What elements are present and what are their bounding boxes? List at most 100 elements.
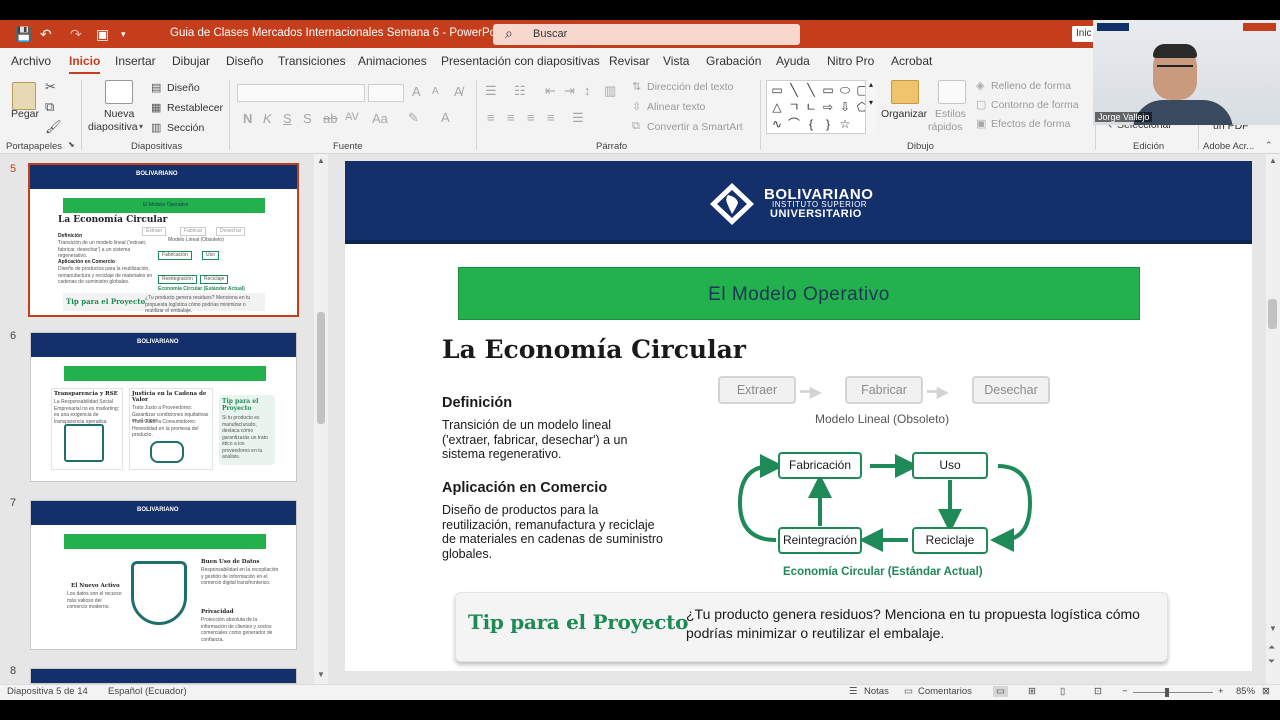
elbow-shape-icon-2[interactable]: ㄴ bbox=[804, 100, 818, 114]
notes-button[interactable]: Notas bbox=[864, 686, 889, 697]
zoom-in-icon[interactable]: + bbox=[1218, 686, 1224, 697]
columns-icon[interactable]: ▥ bbox=[604, 83, 616, 99]
tab-acrobat[interactable]: Acrobat bbox=[891, 54, 932, 68]
next-slide-icon[interactable]: ⏷ bbox=[1268, 656, 1275, 667]
reset-button[interactable]: Restablecer bbox=[167, 102, 223, 114]
zoom-out-icon[interactable]: − bbox=[1122, 686, 1128, 697]
autosave-icon[interactable]: 💾 bbox=[15, 26, 32, 43]
comments-button[interactable]: Comentarios bbox=[918, 686, 972, 697]
elbow-shape-icon[interactable]: ㄱ bbox=[787, 100, 801, 114]
smartart-button[interactable]: Convertir a SmartArt bbox=[647, 121, 743, 133]
fit-to-window-icon[interactable]: ⊠ bbox=[1262, 686, 1270, 697]
tab-animaciones[interactable]: Animaciones bbox=[358, 54, 427, 68]
section-button[interactable]: Sección bbox=[167, 122, 204, 134]
curve-shape-icon[interactable]: ∿ bbox=[770, 117, 784, 131]
tab-transiciones[interactable]: Transiciones bbox=[278, 54, 346, 68]
slide-sorter-icon[interactable]: ⊞ bbox=[1028, 686, 1036, 697]
quick-styles-icon[interactable] bbox=[938, 80, 966, 104]
tab-vista[interactable]: Vista bbox=[663, 54, 689, 68]
star-shape-icon[interactable]: ☆ bbox=[838, 117, 852, 131]
align-distributed-icon[interactable]: ☰ bbox=[572, 110, 584, 126]
slideshow-icon[interactable]: ⊡ bbox=[1094, 686, 1102, 697]
scroll-up-icon[interactable]: ▲ bbox=[317, 156, 325, 165]
tab-nitro-pro[interactable]: Nitro Pro bbox=[827, 54, 874, 68]
tab-diseno[interactable]: Diseño bbox=[226, 54, 263, 68]
slide-thumbnail-6[interactable]: BOLIVARIANO Transparencia y RSE La Respo… bbox=[30, 332, 297, 482]
customize-qat-icon[interactable]: ▾ bbox=[121, 29, 126, 40]
shadow-button[interactable]: S bbox=[303, 111, 312, 126]
font-family-select[interactable] bbox=[237, 84, 365, 102]
tab-ayuda[interactable]: Ayuda bbox=[776, 54, 810, 68]
arrow-down-shape-icon[interactable]: ⇩ bbox=[838, 100, 852, 114]
arrange-icon[interactable] bbox=[891, 80, 919, 104]
slide-scrollbar[interactable]: ▲ ▼ ⏶ ⏷ bbox=[1266, 154, 1280, 684]
chevron-down-icon[interactable]: ▾ bbox=[139, 122, 143, 131]
arrow-right-shape-icon[interactable]: ⇨ bbox=[821, 100, 835, 114]
reading-view-icon[interactable]: ▯ bbox=[1060, 686, 1065, 697]
clear-format-icon[interactable]: A̸ bbox=[454, 84, 463, 99]
scroll-down-icon[interactable]: ▼ bbox=[1269, 624, 1277, 633]
align-right-icon[interactable]: ≡ bbox=[527, 110, 535, 125]
undo-icon[interactable]: ↶ bbox=[40, 26, 52, 43]
shape-effects-button[interactable]: Efectos de forma bbox=[991, 118, 1070, 130]
slide-thumbnail-5[interactable]: BOLIVARIANO El Modelo Operativo La Econo… bbox=[28, 163, 299, 317]
quick-styles-label[interactable]: Estilos bbox=[935, 108, 966, 120]
zoom-slider-thumb[interactable] bbox=[1165, 688, 1169, 697]
collapse-ribbon-icon[interactable]: ⌃ bbox=[1265, 140, 1273, 151]
numbering-icon[interactable]: ☷ bbox=[514, 83, 526, 99]
change-case-button[interactable]: Aa bbox=[372, 111, 388, 126]
shapes-gallery[interactable]: ▭ ╲ ╲ ▭ ⬭ ▢ △ ㄱ ㄴ ⇨ ⇩ ⬠ ∿ ⌒ { } ☆ bbox=[766, 80, 876, 134]
tab-archivo[interactable]: Archivo bbox=[11, 54, 51, 68]
triangle-shape-icon[interactable]: △ bbox=[770, 100, 784, 114]
align-center-icon[interactable]: ≡ bbox=[507, 110, 515, 125]
zoom-slider[interactable] bbox=[1133, 688, 1213, 697]
present-icon[interactable]: ▣ bbox=[96, 26, 109, 43]
new-slide-label[interactable]: Nueva bbox=[104, 108, 134, 120]
font-color-icon[interactable]: A bbox=[441, 110, 450, 125]
font-size-select[interactable] bbox=[368, 84, 404, 102]
tab-presentacion[interactable]: Presentación con diapositivas bbox=[441, 54, 600, 68]
layout-button[interactable]: Diseño bbox=[167, 82, 200, 94]
decrease-font-icon[interactable]: A bbox=[432, 86, 439, 97]
quick-styles-label-2[interactable]: rápidos bbox=[928, 121, 962, 133]
gallery-scroll[interactable]: ▴ ▾ bbox=[865, 80, 876, 134]
align-left-icon[interactable]: ≡ bbox=[487, 110, 495, 125]
tab-insertar[interactable]: Insertar bbox=[115, 54, 156, 68]
rectangle-shape-icon[interactable]: ▭ bbox=[821, 83, 835, 97]
scrollbar-thumb[interactable] bbox=[317, 312, 325, 424]
new-slide-icon[interactable] bbox=[105, 80, 133, 104]
zoom-level[interactable]: 85% bbox=[1236, 686, 1255, 697]
launcher-icon[interactable]: ⬊ bbox=[68, 140, 75, 149]
char-spacing-button[interactable]: AV bbox=[345, 111, 359, 123]
paste-icon[interactable] bbox=[12, 82, 36, 110]
increase-font-icon[interactable]: A bbox=[412, 84, 421, 99]
current-slide[interactable]: BOLIVARIANO INSTITUTO SUPERIOR UNIVERSIT… bbox=[345, 161, 1252, 671]
decrease-indent-icon[interactable]: ⇤ bbox=[545, 83, 556, 99]
cut-icon[interactable]: ✂ bbox=[45, 79, 56, 95]
search-input[interactable]: ⌕ Buscar bbox=[493, 24, 800, 45]
slide-thumbnail-8[interactable] bbox=[30, 668, 297, 684]
redo-icon[interactable]: ↷ bbox=[70, 26, 82, 43]
brace-shape-icon[interactable]: { bbox=[804, 117, 818, 131]
highlight-icon[interactable]: ✎ bbox=[408, 110, 419, 126]
scroll-down-icon[interactable]: ▼ bbox=[317, 670, 325, 679]
copy-icon[interactable]: ⧉ bbox=[45, 99, 54, 115]
italic-button[interactable]: K bbox=[263, 111, 272, 126]
normal-view-icon[interactable]: ▭ bbox=[993, 686, 1008, 697]
textbox-shape-icon[interactable]: ▭ bbox=[770, 83, 784, 97]
new-slide-label-2[interactable]: diapositiva bbox=[88, 121, 138, 133]
text-direction-button[interactable]: Dirección del texto bbox=[647, 81, 733, 93]
bullets-icon[interactable]: ☰ bbox=[485, 83, 497, 99]
underline-button[interactable]: S bbox=[283, 111, 292, 126]
oval-shape-icon[interactable]: ⬭ bbox=[838, 83, 852, 97]
paste-button[interactable]: Pegar bbox=[11, 108, 39, 120]
arrange-button[interactable]: Organizar bbox=[881, 108, 927, 120]
strikethrough-icon[interactable]: ab bbox=[323, 111, 337, 126]
tab-dibujar[interactable]: Dibujar bbox=[172, 54, 210, 68]
tab-grabacion[interactable]: Grabación bbox=[706, 54, 761, 68]
increase-indent-icon[interactable]: ⇥ bbox=[564, 83, 575, 99]
brace-right-shape-icon[interactable]: } bbox=[821, 117, 835, 131]
format-painter-icon[interactable]: 🖌 bbox=[45, 119, 62, 135]
arc-shape-icon[interactable]: ⌒ bbox=[787, 117, 801, 131]
thumbnails-scrollbar[interactable]: ▲ ▼ bbox=[314, 154, 328, 684]
